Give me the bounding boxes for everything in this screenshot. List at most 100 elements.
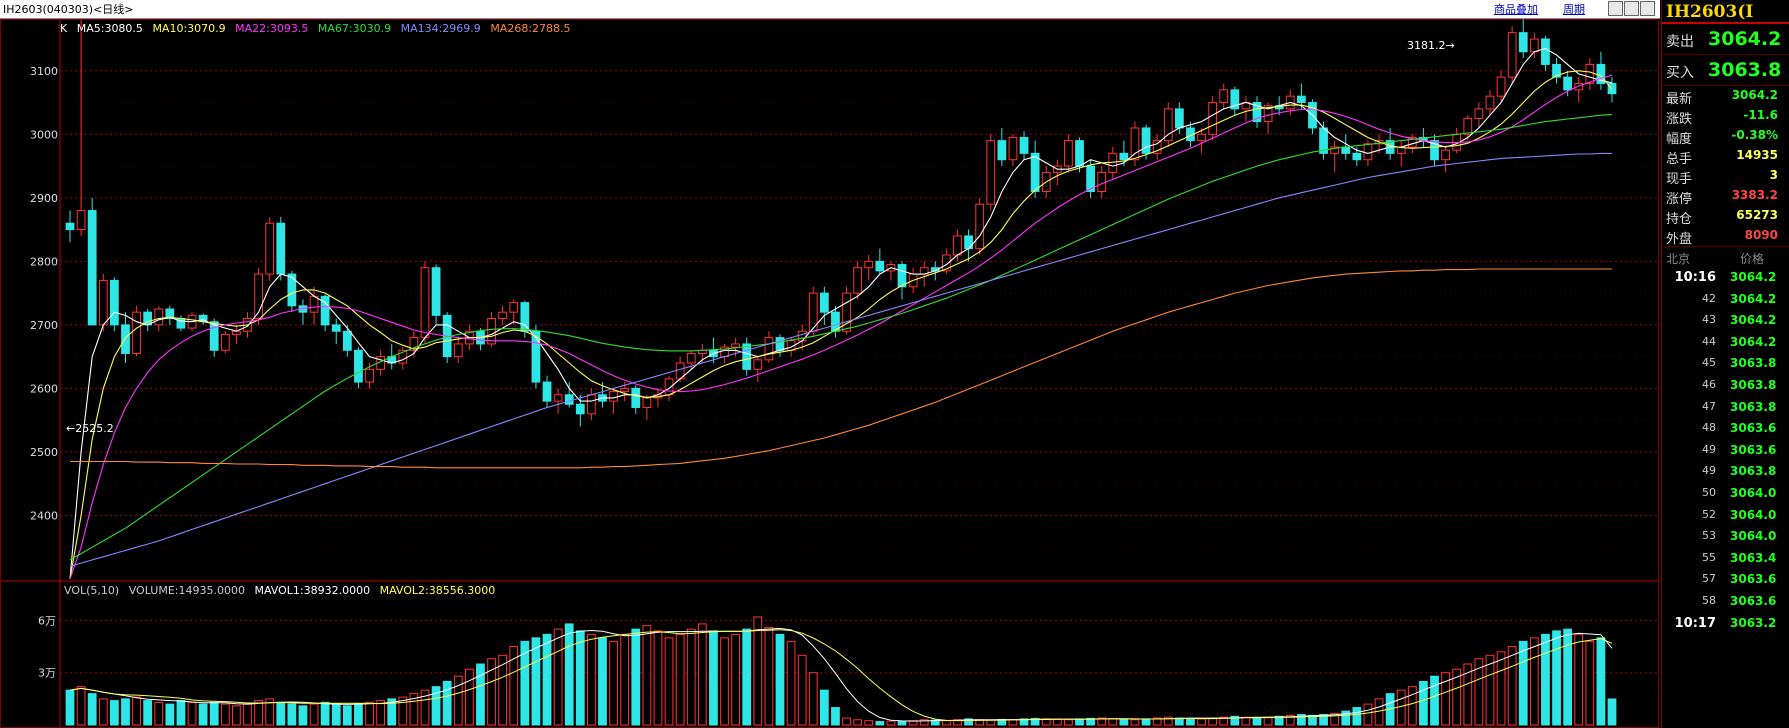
volume-bar [1574, 633, 1584, 726]
period-link[interactable]: 周期 [1563, 1, 1585, 17]
candle-body [1219, 89, 1229, 104]
volume-bar [531, 637, 541, 726]
kline-chart[interactable]: 3100 3000 2900 2800 2700 2600 2500 2400 6万 3万 [0, 19, 1660, 728]
stat-value: 3383.2 [1731, 188, 1778, 202]
chart-background [0, 19, 1660, 728]
sell-row: 卖出 3064.2 [1662, 24, 1789, 55]
volume-bar [464, 668, 474, 726]
tick-row: 48 3063.6 [1662, 418, 1789, 440]
volume-bar [686, 628, 696, 726]
candle-body [642, 397, 652, 408]
candle-body [1197, 133, 1206, 142]
sell-price[interactable]: 3064.2 [1708, 28, 1781, 50]
candle-body [1585, 63, 1595, 84]
volume-value: VOLUME:14935.0000 [128, 584, 245, 597]
volume-bar [1197, 718, 1206, 726]
volume-bar [808, 672, 818, 726]
candle-body [753, 359, 763, 370]
candle-body [1352, 152, 1362, 161]
volume-bar [653, 630, 663, 726]
stat-row: 涨跌 -11.6 [1662, 106, 1789, 127]
tick-row: 47 3063.8 [1662, 397, 1789, 419]
candle-body [986, 140, 996, 205]
candle-body [1163, 108, 1173, 142]
window-title: IH2603(040303)<日线> [3, 3, 134, 16]
volume-bar [831, 707, 840, 726]
volume-bar [254, 700, 263, 726]
tick-price: 3064.2 [1730, 313, 1777, 328]
candle-body [498, 311, 508, 320]
stat-value: 3064.2 [1731, 88, 1778, 102]
volume-bar [376, 700, 386, 726]
tick-price: 3063.8 [1730, 399, 1777, 414]
buy-label: 买入 [1666, 65, 1694, 81]
stat-row: 涨停 3383.2 [1662, 186, 1789, 207]
layout-icon[interactable] [1640, 1, 1655, 16]
tick-time: 47 [1702, 399, 1716, 413]
volume-bar [942, 720, 951, 726]
volume-bar [165, 703, 175, 726]
candle-body [1141, 127, 1151, 154]
tick-time: 46 [1702, 377, 1716, 391]
ma134-legend: MA134:2969.9 [400, 22, 481, 35]
candle-body [431, 267, 441, 316]
candle-body [1363, 143, 1373, 161]
volume-bar [631, 628, 641, 726]
candle-body [564, 394, 574, 405]
k-label: K [60, 22, 68, 35]
overlay-link[interactable]: 商品叠加 [1494, 1, 1538, 17]
candle-body [1485, 95, 1495, 110]
mavol2-value: MAVOL2:38556.3000 [379, 584, 496, 597]
candle-body [420, 267, 430, 339]
volume-bar [76, 686, 86, 726]
stat-row: 幅度 -0.38% [1662, 126, 1789, 147]
volume-bar [564, 623, 574, 726]
tick-row: 43 3064.2 [1662, 310, 1789, 332]
tick-time: 43 [1702, 313, 1716, 327]
volume-bar [786, 640, 796, 726]
volume-bar [354, 703, 363, 726]
price-tick-label: 3100 [30, 65, 58, 78]
volume-bar [309, 703, 319, 726]
candle-body [1518, 32, 1528, 53]
volume-tick-label: 6万 [38, 614, 56, 627]
zoom-in-icon[interactable] [1608, 1, 1623, 16]
tick-time: 55 [1702, 550, 1716, 564]
volume-bar [1496, 651, 1506, 726]
volume-bar [453, 675, 463, 726]
tick-time: 44 [1702, 334, 1716, 348]
candle-body [553, 394, 563, 402]
volume-bar [342, 705, 352, 726]
candle-body [975, 203, 985, 250]
volume-bar [587, 633, 596, 726]
volume-bar [287, 703, 297, 726]
volume-bar [1263, 716, 1273, 726]
volume-bar [675, 633, 685, 726]
candle-body [897, 264, 907, 288]
volume-bar [609, 640, 618, 726]
candle-body [875, 260, 885, 272]
candle-body [964, 235, 973, 250]
volume-bar [1507, 646, 1517, 726]
volume-bar [109, 700, 119, 726]
stat-value: -11.6 [1743, 108, 1778, 122]
volume-bar [575, 630, 585, 726]
candle-body [331, 324, 341, 332]
volume-bar [1064, 719, 1073, 726]
zoom-out-icon[interactable] [1624, 1, 1639, 16]
ticks-time-header: 北京 [1666, 252, 1691, 266]
tick-price: 3063.8 [1730, 356, 1777, 371]
volume-bar [697, 623, 707, 726]
buy-price[interactable]: 3063.8 [1708, 59, 1781, 81]
stat-row: 总手 14935 [1662, 146, 1789, 167]
tick-time: 49 [1702, 442, 1716, 456]
volume-bar [853, 719, 863, 726]
tick-row: 10:16 3064.2 [1662, 267, 1789, 289]
candle-body [1064, 140, 1073, 167]
tick-time: 48 [1702, 421, 1716, 435]
tick-time: 45 [1702, 356, 1716, 370]
volume-bar [1407, 686, 1417, 726]
candle-body [531, 330, 541, 383]
tick-time: 52 [1702, 507, 1716, 521]
candle-body [342, 330, 352, 351]
